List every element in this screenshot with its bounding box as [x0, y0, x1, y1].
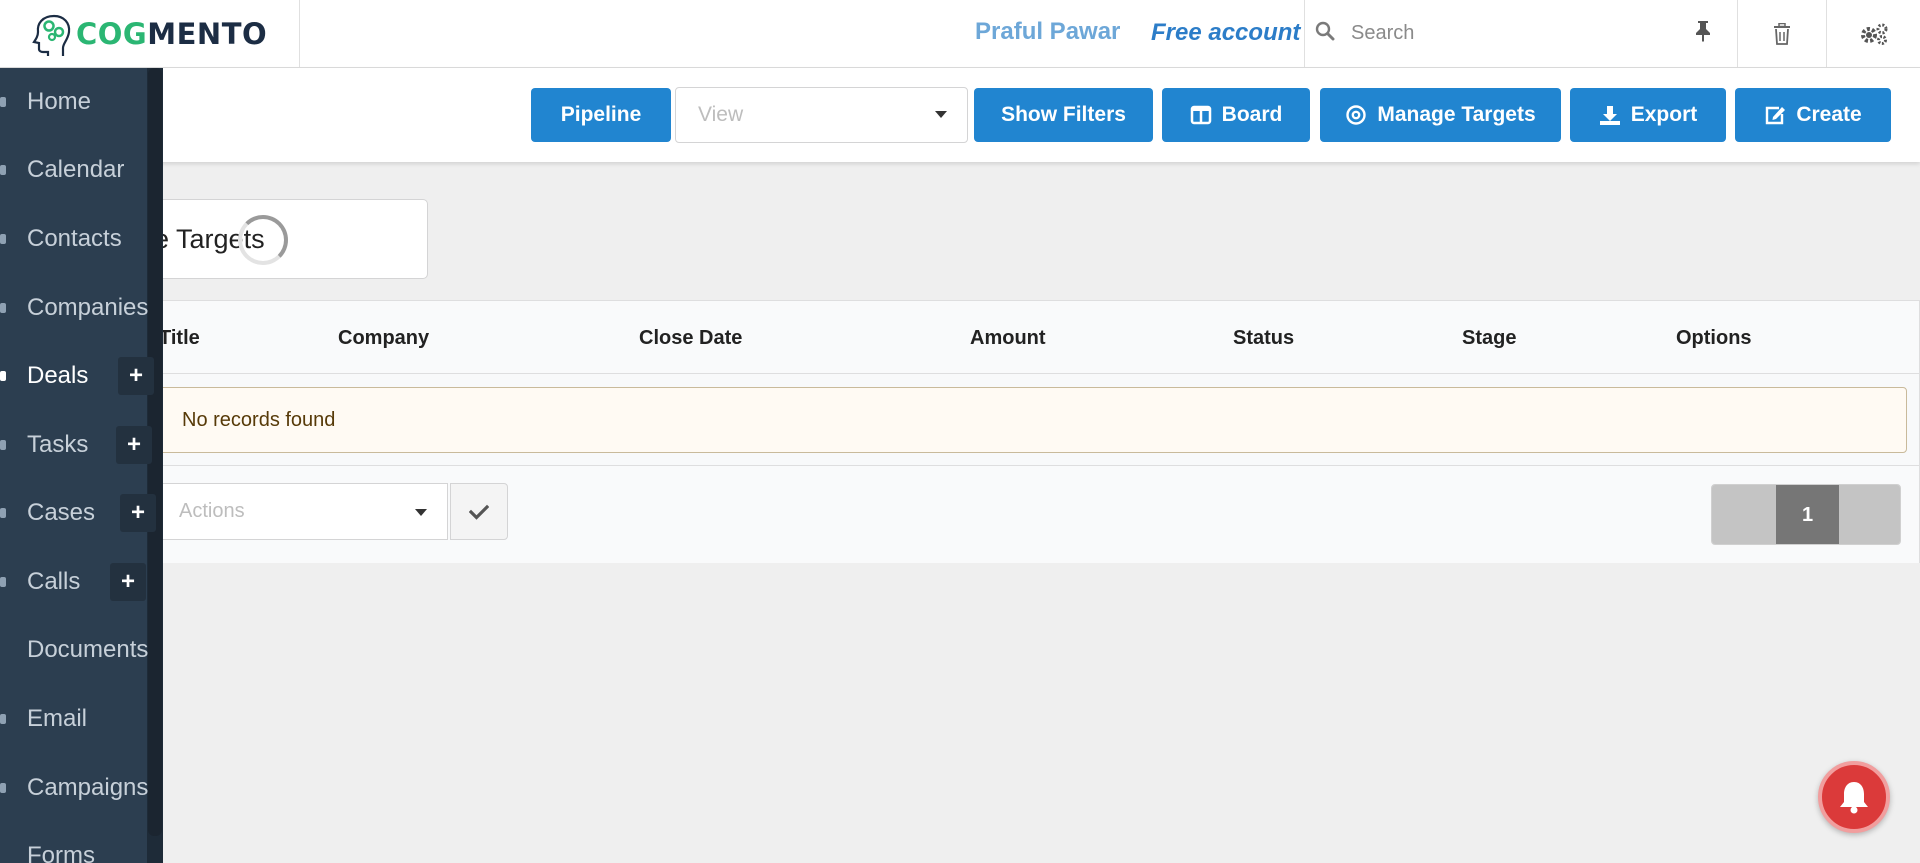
- sidebar-item-label: Tasks: [27, 431, 89, 458]
- pagination-page[interactable]: 1: [1776, 485, 1839, 544]
- sidebar-item-contacts[interactable]: Contacts: [0, 205, 147, 273]
- companies-icon: [0, 303, 6, 313]
- settings-button[interactable]: [1828, 0, 1920, 67]
- gears-icon: [1861, 23, 1888, 45]
- manage-targets-button[interactable]: Manage Targets: [1320, 88, 1561, 142]
- loading-spinner-icon: [238, 215, 288, 265]
- target-icon: [1346, 105, 1367, 125]
- user-name[interactable]: Praful Pawar: [975, 18, 1120, 46]
- trash-button[interactable]: [1737, 0, 1827, 67]
- pin-icon[interactable]: [1694, 20, 1712, 48]
- brand-logo[interactable]: COGMENTO: [0, 0, 300, 67]
- home-icon: [0, 97, 6, 107]
- brand-name: COGMENTO: [76, 16, 268, 51]
- export-button[interactable]: Export: [1570, 88, 1726, 142]
- pipeline-label: Pipeline: [560, 103, 642, 126]
- column-header-stage[interactable]: Stage: [1462, 327, 1516, 350]
- deals-icon: [0, 371, 6, 381]
- create-label: Create: [1796, 103, 1862, 126]
- sidebar-item-email[interactable]: Email: [0, 685, 147, 753]
- pagination-next[interactable]: [1839, 485, 1900, 544]
- column-header-status[interactable]: Status: [1233, 327, 1294, 350]
- show-filters-label: Show Filters: [1001, 103, 1126, 126]
- sidebar-item-tasks[interactable]: Tasks +: [0, 411, 152, 479]
- campaigns-icon: [0, 783, 6, 793]
- column-header-title[interactable]: Title: [159, 327, 200, 350]
- email-icon: [0, 714, 6, 724]
- show-filters-button[interactable]: Show Filters: [974, 88, 1153, 142]
- view-select[interactable]: View: [675, 87, 968, 143]
- apply-actions-button[interactable]: [450, 483, 508, 540]
- bell-icon: [1840, 782, 1868, 814]
- sidebar-item-label: Companies: [27, 294, 149, 321]
- sidebar-item-label: Forms: [27, 842, 95, 863]
- page-header: ls Pipeline View Show Filters Board Mana…: [0, 68, 1920, 162]
- search-input[interactable]: [1345, 22, 1685, 45]
- sidebar-item-label: Campaigns: [27, 774, 149, 801]
- board-label: Board: [1221, 103, 1283, 126]
- export-label: Export: [1630, 103, 1698, 126]
- caret-down-icon: [935, 111, 947, 118]
- sidebar-item-label: Deals: [27, 362, 89, 389]
- head-gears-logo-icon: [32, 14, 71, 56]
- download-icon: [1599, 106, 1620, 125]
- sidebar-item-calls[interactable]: Calls +: [0, 548, 147, 616]
- add-case-button[interactable]: +: [120, 494, 156, 532]
- edit-icon: [1766, 106, 1786, 125]
- notification-button[interactable]: [1818, 761, 1890, 833]
- search-icon: [1305, 21, 1345, 47]
- sidebar-item-label: Contacts: [27, 225, 122, 252]
- create-button[interactable]: Create: [1735, 88, 1891, 142]
- calendar-icon: [0, 165, 6, 175]
- column-header-amount[interactable]: Amount: [970, 327, 1046, 350]
- board-button[interactable]: Board: [1162, 88, 1310, 142]
- sidebar-item-companies[interactable]: Companies: [0, 274, 149, 342]
- sidebar-item-documents[interactable]: Documents: [0, 616, 149, 684]
- column-header-close-date[interactable]: Close Date: [639, 327, 742, 350]
- sidebar-item-deals[interactable]: Deals +: [0, 342, 154, 410]
- search-box: [1304, 0, 1738, 67]
- table-header: Title Company Close Date Amount Status S…: [141, 301, 1919, 374]
- sidebar-item-label: Email: [27, 705, 88, 732]
- checkmark-icon: [469, 504, 489, 520]
- columns-icon: [1190, 105, 1211, 125]
- trash-icon: [1774, 22, 1790, 45]
- pipeline-button[interactable]: Pipeline: [531, 88, 671, 142]
- contacts-icon: [0, 234, 6, 244]
- top-bar: COGMENTO Praful Pawar Free account: [0, 0, 1920, 68]
- empty-message: No records found: [148, 387, 1907, 453]
- account-type[interactable]: Free account: [1151, 19, 1300, 47]
- manage-targets-label: Manage Targets: [1377, 103, 1536, 126]
- pagination-previous[interactable]: [1712, 485, 1776, 544]
- cases-icon: [0, 508, 6, 518]
- sidebar-item-calendar[interactable]: Calendar: [0, 136, 147, 204]
- column-header-company[interactable]: Company: [338, 327, 429, 350]
- caret-down-icon: [415, 509, 427, 516]
- tasks-icon: [0, 440, 6, 450]
- add-task-button[interactable]: +: [116, 426, 152, 464]
- pagination: 1: [1711, 484, 1901, 545]
- sidebar: Home Calendar Contacts Companies Deals +…: [0, 68, 163, 863]
- bulk-actions-select[interactable]: Actions: [150, 483, 448, 540]
- sidebar-item-forms[interactable]: Forms: [0, 822, 147, 863]
- sidebar-item-label: Cases: [27, 499, 96, 526]
- add-call-button[interactable]: +: [110, 563, 146, 601]
- sidebar-item-label: Calendar: [27, 156, 125, 183]
- bulk-actions-placeholder: Actions: [179, 500, 245, 522]
- sidebar-item-cases[interactable]: Cases +: [0, 479, 156, 547]
- sidebar-item-campaigns[interactable]: Campaigns: [0, 754, 149, 822]
- sidebar-item-home[interactable]: Home: [0, 68, 147, 136]
- empty-message-text: No records found: [182, 409, 336, 431]
- sidebar-item-label: Home: [27, 88, 92, 115]
- view-select-placeholder: View: [698, 103, 744, 126]
- sidebar-item-label: Documents: [27, 636, 149, 663]
- calls-icon: [0, 577, 6, 587]
- column-header-options: Options: [1676, 327, 1752, 349]
- sidebar-item-label: Calls: [27, 568, 81, 595]
- add-deal-button[interactable]: +: [118, 357, 154, 395]
